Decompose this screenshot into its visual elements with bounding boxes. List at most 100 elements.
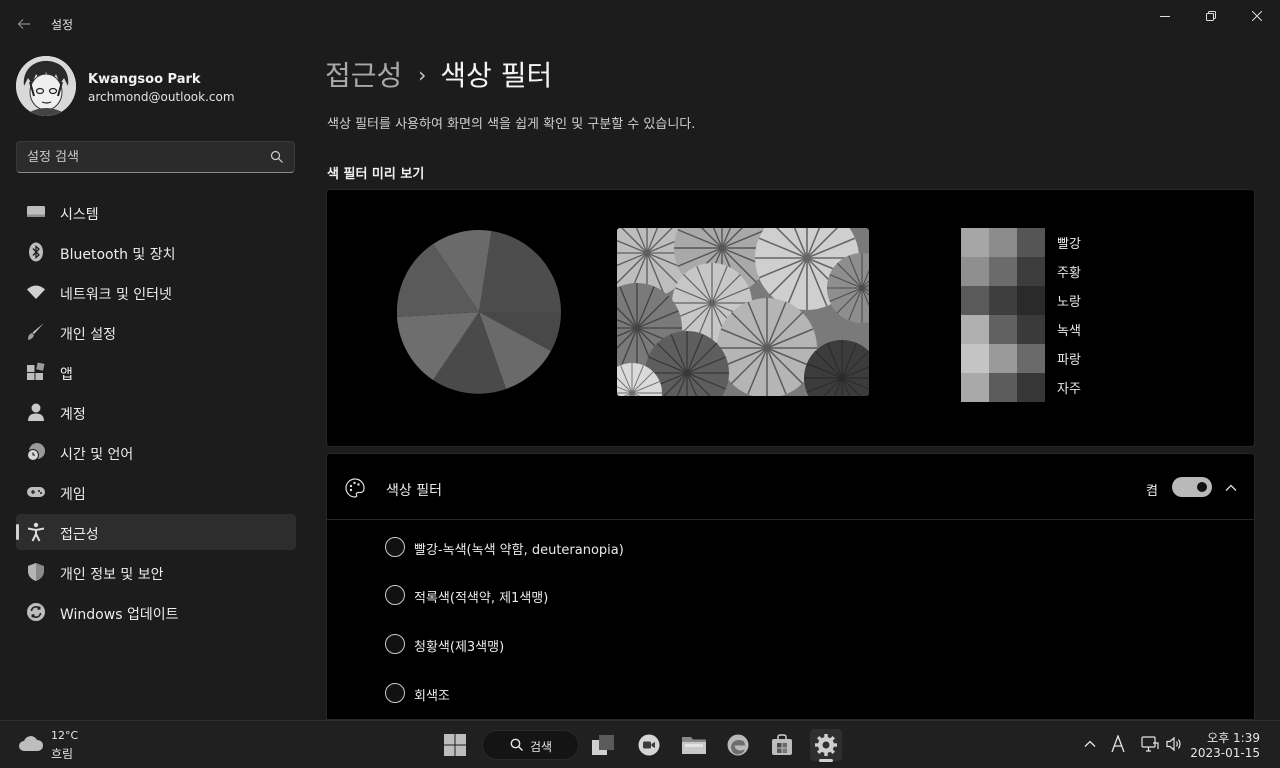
sidebar-item-label: 네트워크 및 인터넷 <box>60 287 172 303</box>
swatch-cell <box>1017 315 1045 344</box>
preview-section-title: 색 필터 미리 보기 <box>327 167 425 182</box>
shield-icon <box>26 562 46 582</box>
sidebar-item-system[interactable]: 시스템 <box>16 194 296 230</box>
file-explorer-button[interactable] <box>678 729 710 761</box>
color-swatch-grid: 빨강 주황 노랑 녹색 파랑 자주 <box>961 228 1121 402</box>
network-status[interactable] <box>1141 735 1159 753</box>
maximize-button[interactable] <box>1188 0 1234 32</box>
sidebar-item-apps[interactable]: 앱 <box>16 354 296 390</box>
swatch-cell <box>1017 257 1045 286</box>
sidebar-item-network[interactable]: 네트워크 및 인터넷 <box>16 274 296 310</box>
weather-description[interactable]: 흐림 <box>51 745 73 762</box>
sidebar-item-time-language[interactable]: 시간 및 언어 <box>16 434 296 470</box>
apps-icon <box>26 362 46 382</box>
minimize-button[interactable] <box>1142 0 1188 32</box>
settings-search-input[interactable] <box>27 148 267 166</box>
weather-temperature[interactable]: 12°C <box>51 729 78 742</box>
close-button[interactable] <box>1234 0 1280 32</box>
color-filter-preview: 빨강 주황 노랑 녹색 파랑 자주 <box>326 189 1255 447</box>
swatch-cell <box>961 373 989 402</box>
radio-button[interactable] <box>385 537 405 557</box>
radio-button[interactable] <box>385 683 405 703</box>
clock-date[interactable]: 2023-01-15 <box>1190 746 1260 760</box>
settings-taskbar-button[interactable] <box>810 729 842 762</box>
sidebar-item-label: 게임 <box>60 487 86 503</box>
sidebar-item-label: 시스템 <box>60 207 99 223</box>
swatch-row: 자주 <box>961 373 1121 402</box>
page-title: 색상 필터 <box>440 59 553 92</box>
sidebar-item-privacy-security[interactable]: 개인 정보 및 보안 <box>16 554 296 590</box>
breadcrumb: 접근성 › 색상 필터 <box>325 54 552 94</box>
chat-button[interactable] <box>633 729 665 761</box>
sidebar-item-label: Windows 업데이트 <box>60 607 179 623</box>
swatch-row: 빨강 <box>961 228 1121 257</box>
cloud-icon[interactable] <box>18 733 44 755</box>
color-filter-title: 색상 필터 <box>386 483 442 499</box>
swatch-label: 노랑 <box>1057 295 1081 310</box>
preview-pie-chart <box>397 230 561 394</box>
sidebar-item-accounts[interactable]: 계정 <box>16 394 296 430</box>
radio-button[interactable] <box>385 634 405 654</box>
search-icon <box>510 738 523 751</box>
swatch-cell <box>961 315 989 344</box>
swatch-row: 녹색 <box>961 315 1121 344</box>
avatar <box>16 56 76 116</box>
gear-icon <box>815 734 837 756</box>
breadcrumb-separator: › <box>418 63 427 87</box>
avatar-drawing <box>16 56 76 116</box>
search-icon[interactable] <box>270 150 284 164</box>
option-label: 회색조 <box>414 689 450 704</box>
swatch-cell <box>989 286 1017 315</box>
sidebar-item-personalization[interactable]: 개인 설정 <box>16 314 296 350</box>
sidebar-item-bluetooth[interactable]: Bluetooth 및 장치 <box>16 234 296 270</box>
option-label: 빨강-녹색(녹색 약함, deuteranopia) <box>414 543 624 558</box>
swatch-cell <box>961 286 989 315</box>
swatch-cell <box>961 228 989 257</box>
store-button[interactable] <box>766 729 798 761</box>
sidebar-item-label: 개인 설정 <box>60 327 116 343</box>
swatch-cell <box>1017 344 1045 373</box>
swatch-label: 파랑 <box>1057 353 1081 368</box>
start-button[interactable] <box>439 729 471 761</box>
update-icon <box>26 602 46 622</box>
title-bar: 설정 <box>0 0 1280 46</box>
person-icon <box>26 402 46 422</box>
edge-icon <box>727 734 749 756</box>
clock-globe-icon <box>26 442 46 462</box>
palette-icon <box>345 478 365 498</box>
close-icon <box>1252 11 1262 21</box>
color-filter-setting[interactable]: 색상 필터 켬 <box>326 453 1255 520</box>
restore-icon <box>1206 11 1216 21</box>
ime-a-icon <box>1111 735 1125 753</box>
task-view-button[interactable] <box>587 729 619 761</box>
option-label: 청황색(제3색맹) <box>414 640 505 655</box>
taskbar-search-label: 검색 <box>530 740 553 754</box>
chevron-up-icon[interactable] <box>1221 478 1241 498</box>
breadcrumb-parent-link[interactable]: 접근성 <box>325 59 402 92</box>
back-button[interactable] <box>12 12 36 36</box>
volume-control[interactable] <box>1165 735 1183 753</box>
minimize-icon <box>1160 16 1170 17</box>
input-indicator[interactable] <box>1109 735 1127 753</box>
edge-browser-button[interactable] <box>722 729 754 761</box>
radio-button[interactable] <box>385 585 405 605</box>
store-bag-icon <box>772 734 792 755</box>
swatch-cell <box>1017 373 1045 402</box>
gamepad-icon <box>26 482 46 502</box>
swatch-row: 노랑 <box>961 286 1121 315</box>
sidebar-item-windows-update[interactable]: Windows 업데이트 <box>16 594 296 630</box>
page-description: 색상 필터를 사용하여 화면의 색을 쉽게 확인 및 구분할 수 있습니다. <box>327 117 696 132</box>
chevron-up-icon <box>1084 740 1096 747</box>
clock-time[interactable]: 오후 1:39 <box>1207 729 1260 746</box>
sidebar-item-accessibility[interactable]: 접근성 <box>16 514 296 550</box>
swatch-cell <box>961 257 989 286</box>
toggle-knob <box>1197 482 1207 492</box>
sidebar-item-gaming[interactable]: 게임 <box>16 474 296 510</box>
taskbar-search[interactable]: 검색 <box>482 730 579 760</box>
show-hidden-icons-button[interactable] <box>1081 735 1099 753</box>
swatch-label: 녹색 <box>1057 324 1081 339</box>
swatch-cell <box>961 344 989 373</box>
color-filter-toggle[interactable] <box>1172 477 1212 497</box>
settings-search[interactable] <box>16 141 295 173</box>
network-monitor-icon <box>1141 736 1159 752</box>
